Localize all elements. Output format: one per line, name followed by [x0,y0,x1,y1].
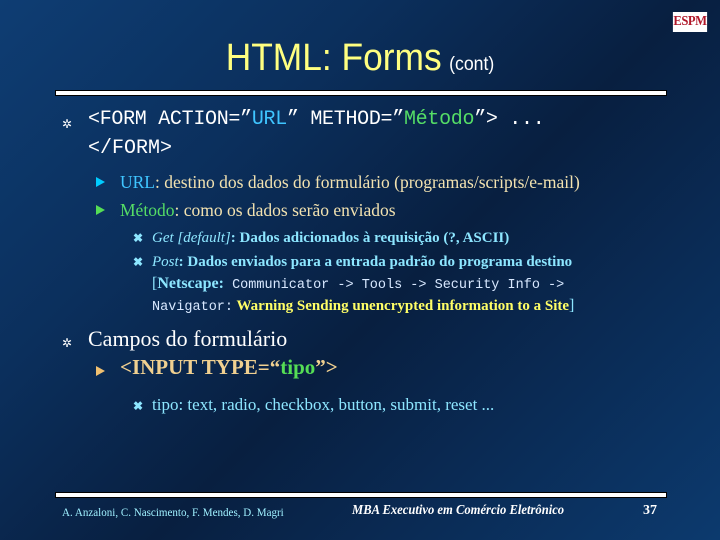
netscape-note-line1: [Netscape: Communicator -> Tools -> Secu… [152,273,564,296]
term-url: URL [120,172,155,192]
desc-url: : destino dos dados do formulário (progr… [155,172,580,192]
input-value: tipo [280,355,316,379]
arrow-bullet-icon [96,205,105,215]
term-get: Get [default] [152,230,231,246]
title-divider [55,90,667,96]
input-tag-line: <INPUT TYPE=“tipo”> [120,356,338,378]
code-method: Método [403,108,475,131]
sub-bullet-url: URL: destino dos dados do formulário (pr… [120,171,580,193]
slide: ESPM HTML: Forms (cont) ✲ <FORM ACTION=”U… [0,0,720,540]
code-suffix: ”> ... [474,108,545,131]
netscape-label: Netscape: [157,275,224,292]
asterisk-bullet-icon: ✲ [62,117,73,131]
x-bullet-icon: ✖ [133,255,144,269]
x-bullet-icon: ✖ [133,231,144,245]
footer-divider [55,492,667,498]
subsub-post: Post: Dados enviados para a entrada padr… [152,252,572,273]
netscape-path: Communicator -> Tools -> Security Info -… [223,278,565,293]
input-suffix: ”> [315,355,338,379]
title-suffix: (cont) [449,54,495,75]
code-mid: ” METHOD=” [286,108,404,131]
term-post: Post [152,254,179,270]
title-main: HTML: Forms [225,37,442,79]
footer-authors: A. Anzaloni, C. Nascimento, F. Mendes, D… [62,505,284,519]
netscape-note-line2: Navigator: Warning Sending unencrypted i… [152,295,574,318]
arrow-bullet-icon [96,177,105,187]
navigator-label: Navigator: [152,300,234,315]
espm-logo: ESPM [672,12,708,32]
page-number: 37 [643,503,657,518]
campos-heading: Campos do formulário [88,326,288,351]
form-tag-line: <FORM ACTION=”URL” METHOD=”Método”> ... [88,106,545,134]
warning-text: Warning Sending unencrypted information … [233,298,570,314]
code-url: URL [251,108,287,131]
x-bullet-icon: ✖ [133,399,144,413]
code-prefix: <FORM ACTION=” [88,108,252,131]
form-close-tag: </FORM> [88,137,173,160]
slide-title: HTML: Forms (cont) [25,36,695,87]
arrow-bullet-icon [96,366,105,376]
input-prefix: <INPUT TYPE=“ [120,355,281,379]
bracket-close: ] [569,297,575,314]
term-method: Método [120,200,175,220]
sub-bullet-method: Método: como os dados serão enviados [120,199,396,221]
desc-method: : como os dados serão enviados [174,200,396,220]
footer-course: MBA Executivo em Comércio Eletrônico [352,503,565,518]
asterisk-bullet-icon: ✲ [62,336,73,350]
desc-get: : Dados adicionados à requisição (?, ASC… [230,230,510,246]
desc-post: : Dados enviados para a entrada padrão d… [178,254,573,270]
subsub-get: Get [default]: Dados adicionados à requi… [152,228,509,249]
tipo-list: tipo: text, radio, checkbox, button, sub… [152,395,495,414]
